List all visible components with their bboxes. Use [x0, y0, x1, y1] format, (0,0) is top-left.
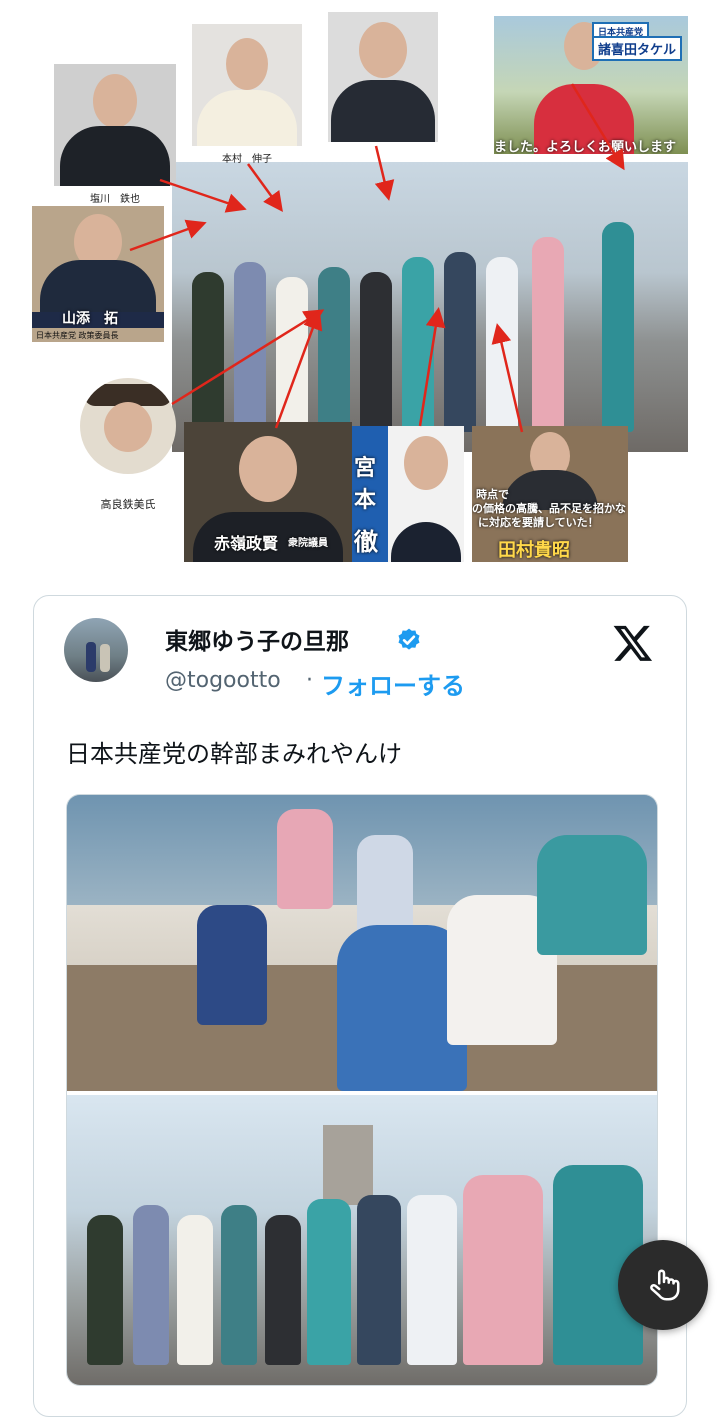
akamine-name: 赤嶺政賢 [214, 534, 279, 553]
caption-takara: 高良鉄美氏 [100, 498, 156, 511]
person-figure [402, 257, 434, 432]
morokita-name-label: 諸喜田タケル [592, 36, 683, 61]
follow-button[interactable]: フォローする [321, 666, 465, 701]
boat-photo[interactable] [67, 795, 657, 1091]
tweet-embed-card[interactable]: 東郷ゆう子の旦那 @togootto · フォローする 日本共産党の幹部まみれや… [33, 595, 687, 1417]
tweet-text: 日本共産党の幹部まみれやんけ [66, 740, 402, 768]
touch-mode-button[interactable] [618, 1240, 708, 1330]
miyamoto-name-2: 徹 [354, 528, 378, 556]
person-figure [444, 252, 476, 432]
portrait-shiokawa [54, 64, 176, 186]
person-figure [532, 237, 564, 432]
portrait-miyamoto: 宮本 徹 [352, 426, 464, 562]
person-figure [234, 262, 266, 432]
morokita-subtitle: ました。よろしくお願いします [494, 140, 677, 154]
person-figure [276, 277, 308, 432]
person-figure [486, 257, 518, 432]
verified-badge-icon [398, 628, 420, 650]
portrait-tamura: 時点で の価格の高騰、品不足を招かな に対応を要請していた！ 田村貴昭 [472, 426, 628, 562]
portrait-motomura [192, 24, 302, 146]
avatar[interactable] [64, 618, 128, 682]
miyamoto-name-1: 宮本 [354, 456, 377, 513]
portrait-akamine: 赤嶺政賢 衆院議員 [184, 422, 352, 562]
person-figure [192, 272, 224, 432]
portrait-takara [80, 378, 176, 474]
portrait-yamazoe: 山添 拓 日本共産党 政策委員長 [32, 206, 164, 342]
yamazoe-name: 山添 拓 [62, 311, 118, 327]
tweet-media[interactable] [66, 794, 658, 1386]
person-figure [360, 272, 392, 432]
person-figure [602, 222, 634, 432]
user-handle[interactable]: @togootto [165, 668, 281, 693]
group-photo [172, 162, 688, 452]
collage-image: 塩川 鉄也 本村 伸子 日本共産党 諸喜田タケル ました。よろしくお願いします … [32, 12, 688, 562]
yamazoe-title: 日本共産党 政策委員長 [36, 331, 119, 340]
hand-pointer-icon [650, 1269, 680, 1301]
portrait-party-leader [328, 12, 438, 142]
akamine-title: 衆院議員 [288, 538, 328, 549]
caption-shiokawa: 塩川 鉄也 [90, 194, 140, 205]
display-name[interactable]: 東郷ゆう子の旦那 [165, 622, 349, 656]
person-figure [318, 267, 350, 432]
separator-dot: · [306, 668, 313, 693]
x-logo-icon[interactable] [612, 622, 654, 664]
caption-motomura: 本村 伸子 [222, 154, 272, 165]
group-photo-2[interactable] [67, 1095, 657, 1385]
tamura-name: 田村貴昭 [498, 540, 570, 561]
tamura-overlay-3: に対応を要請していた！ [478, 516, 599, 529]
portrait-morokita: 日本共産党 諸喜田タケル ました。よろしくお願いします [494, 16, 688, 154]
